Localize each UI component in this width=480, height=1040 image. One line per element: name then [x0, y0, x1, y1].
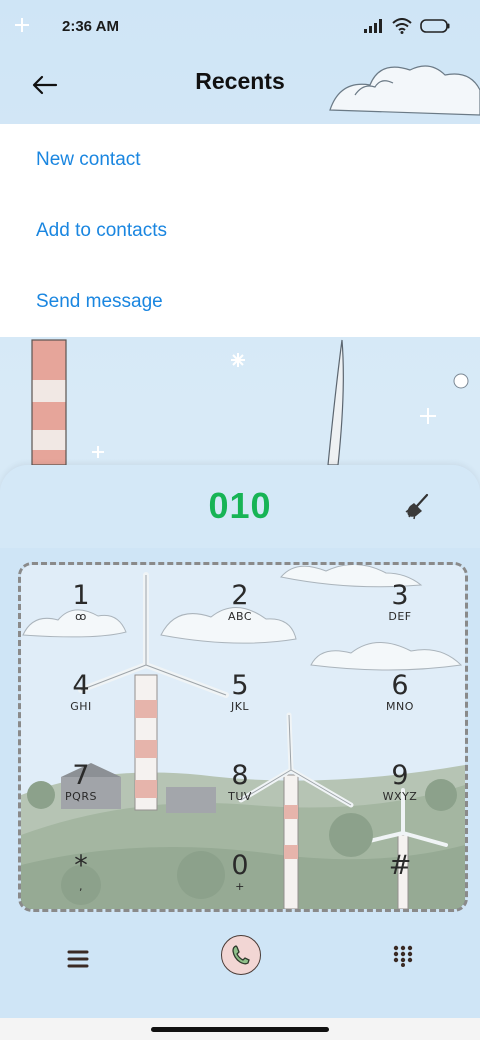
- hamburger-icon: [67, 950, 89, 968]
- key-5-digit: 5: [231, 670, 249, 701]
- key-3-letters: DEF: [388, 610, 412, 623]
- key-4[interactable]: 4 GHI: [21, 671, 141, 751]
- key-2-letters: ABC: [227, 610, 253, 623]
- status-time: 2:36 AM: [62, 18, 119, 35]
- key-0-digit: 0: [231, 850, 249, 881]
- status-bar: 2:36 AM: [0, 0, 480, 56]
- key-0-letters: +: [235, 880, 245, 893]
- signal-icon: [364, 19, 382, 33]
- key-2[interactable]: 2 ABC: [180, 581, 300, 661]
- header: Recents: [0, 56, 480, 122]
- key-hash-digit: #: [388, 850, 412, 881]
- new-contact-item[interactable]: New contact: [0, 124, 480, 195]
- dialpad-button[interactable]: [392, 945, 414, 967]
- key-9-letters: WXYZ: [382, 790, 418, 803]
- key-4-digit: 4: [72, 670, 90, 701]
- call-button[interactable]: [221, 935, 261, 975]
- dialer-bottom-bar: [0, 935, 480, 995]
- recents-action-menu: New contact Add to contacts Send message: [0, 124, 480, 337]
- key-8[interactable]: 8 TUV: [180, 761, 300, 841]
- key-2-digit: 2: [231, 580, 249, 611]
- key-7[interactable]: 7 PQRS: [21, 761, 141, 841]
- key-star-digit: *: [74, 850, 88, 881]
- key-6-letters: MNO: [386, 700, 414, 713]
- wifi-icon: [392, 18, 412, 34]
- key-0[interactable]: 0 +: [180, 850, 300, 909]
- broom-icon: [405, 493, 429, 520]
- dialpad-icon: [393, 945, 413, 967]
- key-8-digit: 8: [231, 760, 249, 791]
- key-hash[interactable]: #: [340, 850, 460, 909]
- key-6-digit: 6: [391, 670, 409, 701]
- status-icons: [364, 18, 450, 34]
- key-6[interactable]: 6 MNO: [340, 671, 460, 751]
- home-indicator[interactable]: [151, 1027, 329, 1032]
- send-message-item[interactable]: Send message: [0, 266, 480, 337]
- key-star[interactable]: * ,: [21, 850, 141, 909]
- key-4-letters: GHI: [70, 700, 92, 713]
- number-bar: 010: [0, 465, 480, 548]
- key-9[interactable]: 9 WXYZ: [340, 761, 460, 841]
- key-9-digit: 9: [391, 760, 409, 791]
- phone-icon: [232, 945, 250, 965]
- key-7-digit: 7: [72, 760, 90, 791]
- key-7-letters: PQRS: [65, 790, 97, 803]
- clear-button[interactable]: [402, 491, 432, 521]
- key-3[interactable]: 3 DEF: [340, 581, 460, 661]
- key-1-digit: 1: [72, 580, 90, 611]
- page-title: Recents: [195, 68, 285, 94]
- key-5-letters: JKL: [230, 700, 250, 713]
- add-to-contacts-item[interactable]: Add to contacts: [0, 195, 480, 266]
- key-star-letters: ,: [79, 880, 83, 893]
- key-1[interactable]: 1 ꝏ: [21, 581, 141, 661]
- battery-icon: [420, 19, 450, 33]
- keypad: 1 ꝏ 2 ABC 3 DEF 4 GHI 5 JKL 6 MNO 7 PQRS…: [18, 562, 468, 912]
- key-3-digit: 3: [391, 580, 409, 611]
- key-8-letters: TUV: [228, 790, 252, 803]
- menu-button[interactable]: [64, 945, 92, 973]
- voicemail-icon: ꝏ: [75, 610, 87, 623]
- key-5[interactable]: 5 JKL: [180, 671, 300, 751]
